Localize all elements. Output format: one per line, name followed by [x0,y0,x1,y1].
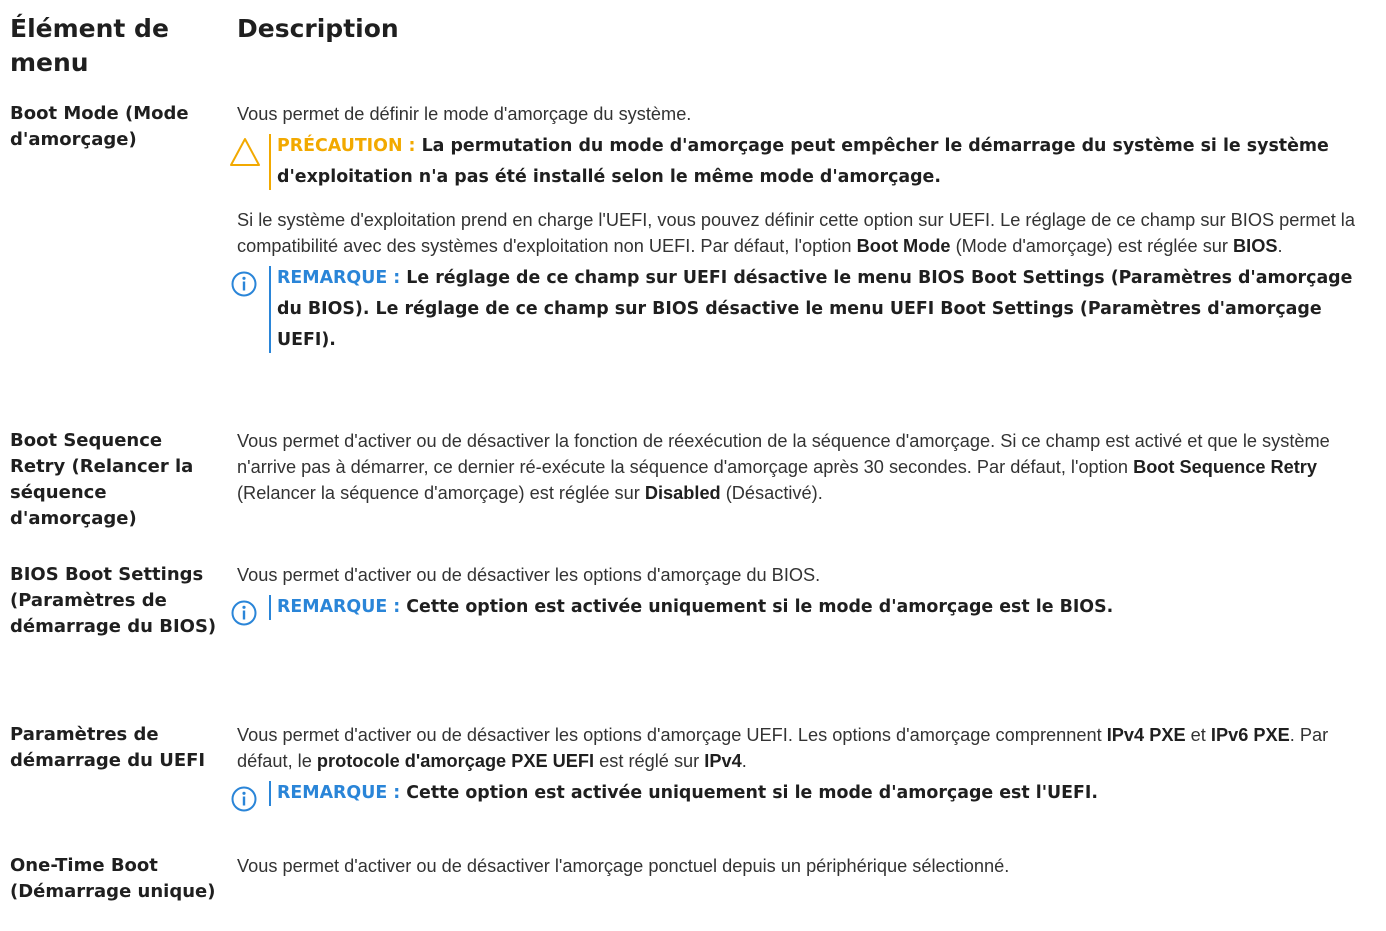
row-label: Boot Sequence Retry (Relancer la séquenc… [10,430,194,529]
row-description: Vous permet d'activer ou de désactiver l… [231,562,1380,626]
description-text: Si le système d'exploitation prend en ch… [237,210,1355,256]
info-circle-icon [231,271,257,297]
caution-triangle-icon [230,138,260,166]
info-circle-icon [231,600,257,626]
caution-keyword: PRÉCAUTION : [277,136,416,156]
note-callout: REMARQUE : Le réglage de ce champ sur UE… [229,263,1380,356]
caution-text: La permutation du mode d'amorçage peut e… [277,136,1329,187]
caution-callout: PRÉCAUTION : La permutation du mode d'am… [229,131,1380,193]
description-text: Vous permet d'activer ou de désactiver l… [237,725,1329,771]
row-description: Vous permet de définir le mode d'amorçag… [230,101,1380,356]
table-header: Élément de menu Description [10,12,1386,82]
row-description: Vous permet d'activer ou de désactiver l… [231,722,1380,812]
note-text: Cette option est activée uniquement si l… [406,783,1098,803]
info-circle-icon [231,786,257,812]
note-keyword: REMARQUE : [277,268,401,288]
note-keyword: REMARQUE : [277,783,401,803]
description-text: Vous permet d'activer ou de désactiver l… [237,565,821,585]
row-description: Vous permet d'activer ou de désactiver l… [237,428,1380,506]
note-text: Cette option est activée uniquement si l… [406,597,1114,617]
note-text: Le réglage de ce champ sur UEFI désactiv… [277,268,1353,350]
note-callout: REMARQUE : Cette option est activée uniq… [229,592,1380,626]
row-label: BIOS Boot Settings (Paramètres de démarr… [10,564,217,637]
row-label: Boot Mode (Mode d'amorçage) [10,103,189,150]
column-header-menu-item: Élément de menu [10,14,169,77]
column-header-description: Description [237,14,399,43]
note-keyword: REMARQUE : [277,597,401,617]
row-label: Paramètres de démarrage du UEFI [10,724,206,771]
description-text: Vous permet d'activer ou de désactiver l… [237,856,1010,876]
description-text: Vous permet de définir le mode d'amorçag… [237,104,692,124]
row-description: Vous permet d'activer ou de désactiver l… [237,853,1380,879]
note-callout: REMARQUE : Cette option est activée uniq… [229,778,1380,812]
description-text: Vous permet d'activer ou de désactiver l… [237,431,1330,503]
row-label: One-Time Boot (Démarrage unique) [10,855,216,902]
